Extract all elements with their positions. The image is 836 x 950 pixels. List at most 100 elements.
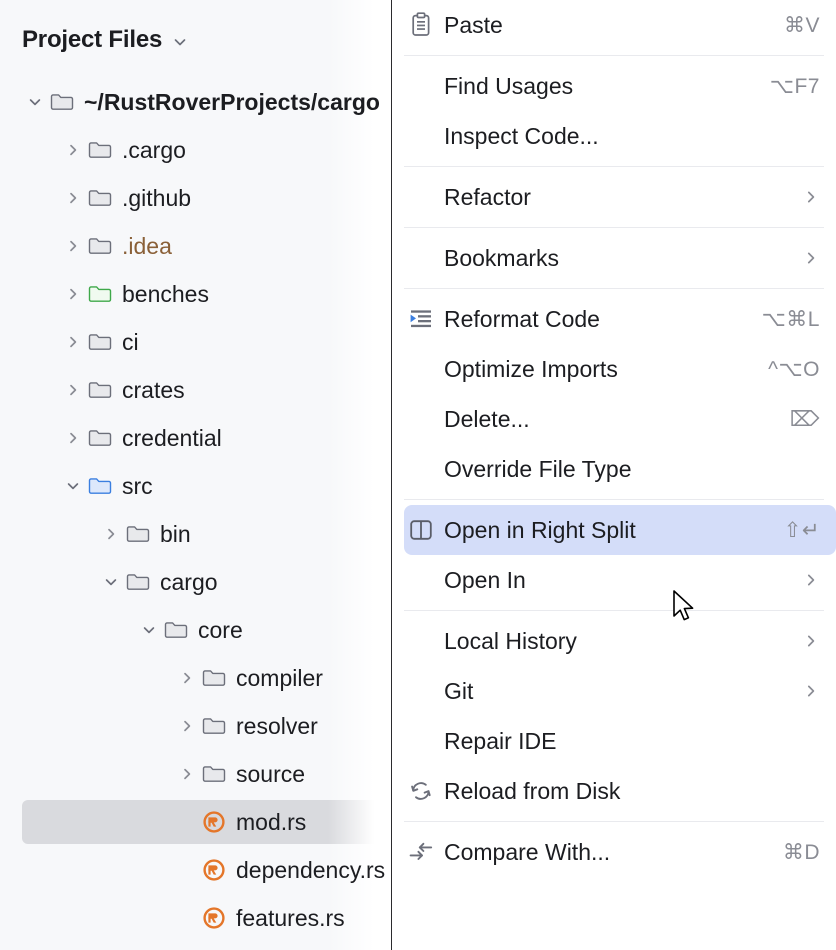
chevron-right-icon[interactable] xyxy=(60,329,86,355)
chevron-right-icon xyxy=(802,188,820,206)
chevron-down-icon[interactable] xyxy=(60,473,86,499)
tree-row[interactable]: bin xyxy=(0,510,392,558)
tree-row-label: src xyxy=(122,473,153,499)
folder-icon xyxy=(162,617,190,643)
tree-row[interactable]: .cargo xyxy=(0,126,392,174)
menu-item-label: Reload from Disk xyxy=(444,777,820,805)
compare-icon xyxy=(404,837,438,867)
tree-row[interactable]: source xyxy=(0,750,392,798)
chevron-right-icon[interactable] xyxy=(60,377,86,403)
tree-row[interactable]: crates xyxy=(0,366,392,414)
menu-item-label: Open In xyxy=(444,566,788,594)
tree-row[interactable]: features.rs xyxy=(0,894,392,942)
menu-item-label: Bookmarks xyxy=(444,244,788,272)
tree-row[interactable]: dependency.rs xyxy=(0,846,392,894)
tree-row[interactable]: mod.rs xyxy=(0,798,392,846)
tree-row[interactable]: credential xyxy=(0,414,392,462)
chevron-right-icon xyxy=(802,249,820,267)
tree-row[interactable]: src xyxy=(0,462,392,510)
tree-row[interactable]: ci xyxy=(0,318,392,366)
menu-item[interactable]: Git xyxy=(392,666,836,716)
menu-item-label: Open in Right Split xyxy=(444,516,770,544)
folder-icon xyxy=(86,377,114,403)
menu-item[interactable]: Bookmarks xyxy=(392,233,836,283)
menu-item-label: Optimize Imports xyxy=(444,355,754,383)
menu-item[interactable]: Reload from Disk xyxy=(392,766,836,816)
ide-screen: Project Files ~/RustRoverProjects/cargo.… xyxy=(0,0,836,950)
context-menu[interactable]: Paste⌘V Find Usages⌥F7 Inspect Code... Refa… xyxy=(392,0,836,950)
chevron-down-icon[interactable] xyxy=(22,89,48,115)
folder-icon xyxy=(200,761,228,787)
folder-icon xyxy=(200,665,228,691)
panel-header: Project Files xyxy=(0,0,392,58)
reload-icon xyxy=(404,776,438,806)
rust-file-icon xyxy=(200,905,228,931)
chevron-right-icon xyxy=(802,571,820,589)
menu-item-shortcut: ⌘D xyxy=(783,840,820,865)
tree-row-label: bin xyxy=(160,521,191,547)
menu-item[interactable]: Optimize Imports^⌥O xyxy=(392,344,836,394)
rust-file-icon xyxy=(200,809,228,835)
chevron-right-icon[interactable] xyxy=(60,425,86,451)
tree-row[interactable]: .github xyxy=(0,174,392,222)
tree-row[interactable]: .idea xyxy=(0,222,392,270)
menu-item[interactable]: Delete...⌦ xyxy=(392,394,836,444)
chevron-right-icon[interactable] xyxy=(60,233,86,259)
menu-item[interactable]: Override File Type xyxy=(392,444,836,494)
tree-row-label: core xyxy=(198,617,243,643)
menu-item[interactable]: Inspect Code... xyxy=(392,111,836,161)
reformat-code-icon xyxy=(404,304,438,334)
menu-item-label: Override File Type xyxy=(444,455,820,483)
split-pane-icon xyxy=(404,515,438,545)
tree-row[interactable]: resolver xyxy=(0,702,392,750)
tree-row[interactable]: compiler xyxy=(0,654,392,702)
folder-icon xyxy=(200,713,228,739)
menu-item[interactable]: Find Usages⌥F7 xyxy=(392,61,836,111)
tree-row-label: .idea xyxy=(122,233,172,259)
tree-row-label: .cargo xyxy=(122,137,186,163)
chevron-right-icon[interactable] xyxy=(60,281,86,307)
menu-item[interactable]: Repair IDE xyxy=(392,716,836,766)
menu-separator xyxy=(404,227,824,228)
tree-row[interactable]: cargo xyxy=(0,558,392,606)
menu-item[interactable]: Paste⌘V xyxy=(392,0,836,50)
menu-item[interactable]: Reformat Code⌥⌘L xyxy=(392,294,836,344)
menu-separator xyxy=(404,55,824,56)
menu-item-label: Inspect Code... xyxy=(444,122,820,150)
chevron-right-icon[interactable] xyxy=(174,761,200,787)
chevron-down-icon[interactable] xyxy=(136,617,162,643)
chevron-down-icon[interactable] xyxy=(172,34,188,50)
menu-item[interactable]: Compare With...⌘D xyxy=(392,827,836,877)
project-tree[interactable]: ~/RustRoverProjects/cargo .cargo .github .i… xyxy=(0,78,392,942)
folder-icon xyxy=(124,521,152,547)
menu-item-label: Repair IDE xyxy=(444,727,820,755)
chevron-right-icon[interactable] xyxy=(174,665,200,691)
tree-row-label: resolver xyxy=(236,713,318,739)
tree-row[interactable]: benches xyxy=(0,270,392,318)
menu-item[interactable]: Local History xyxy=(392,616,836,666)
folder-icon xyxy=(86,233,114,259)
tree-row-label: ci xyxy=(122,329,139,355)
tree-row-label: ~/RustRoverProjects/cargo xyxy=(84,89,380,115)
clipboard-icon xyxy=(404,10,438,40)
menu-item-label: Paste xyxy=(444,11,770,39)
menu-item-label: Delete... xyxy=(444,405,776,433)
chevron-right-icon xyxy=(802,682,820,700)
tree-row-label: dependency.rs xyxy=(236,857,385,883)
menu-separator xyxy=(404,166,824,167)
tree-row-label: credential xyxy=(122,425,222,451)
menu-item-label: Refactor xyxy=(444,183,788,211)
menu-item[interactable]: Refactor xyxy=(392,172,836,222)
menu-separator xyxy=(404,288,824,289)
menu-item[interactable]: Open in Right Split⇧↵ xyxy=(404,505,836,555)
chevron-right-icon[interactable] xyxy=(60,185,86,211)
chevron-right-icon[interactable] xyxy=(174,713,200,739)
rust-file-icon xyxy=(200,857,228,883)
tree-row[interactable]: ~/RustRoverProjects/cargo xyxy=(0,78,392,126)
chevron-down-icon[interactable] xyxy=(98,569,124,595)
menu-item[interactable]: Open In xyxy=(392,555,836,605)
tree-row[interactable]: core xyxy=(0,606,392,654)
chevron-right-icon[interactable] xyxy=(98,521,124,547)
menu-separator xyxy=(404,821,824,822)
chevron-right-icon[interactable] xyxy=(60,137,86,163)
